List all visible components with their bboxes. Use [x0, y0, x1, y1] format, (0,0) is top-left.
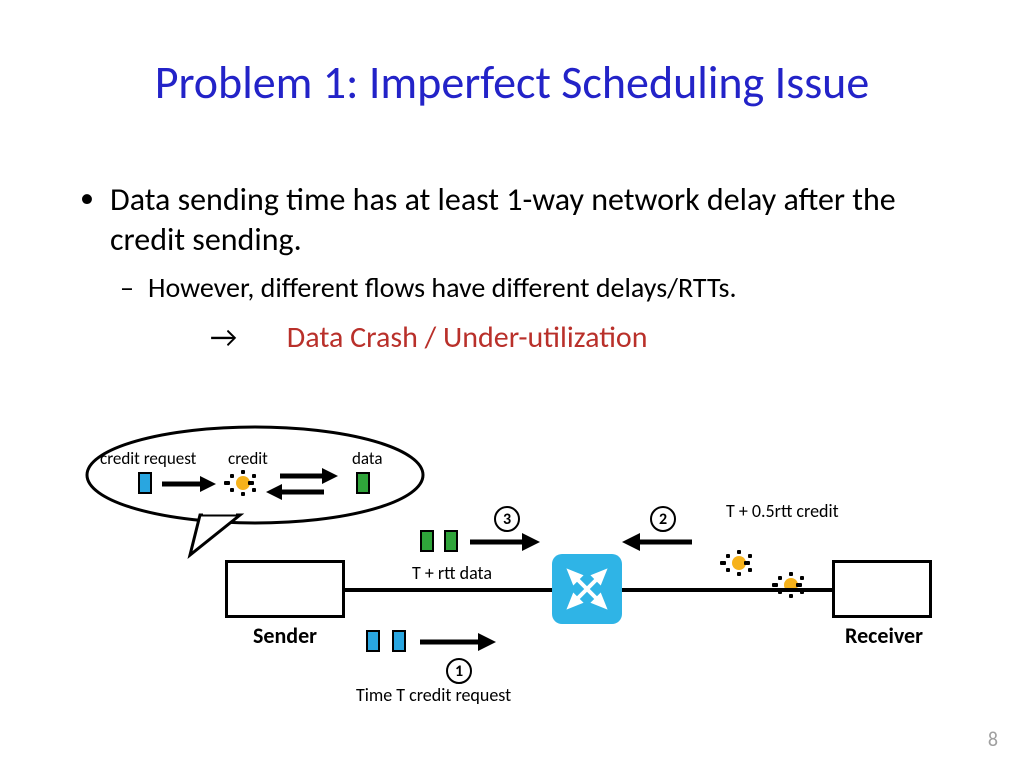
arrow-step-2	[620, 530, 694, 554]
legend-credit-label: credit	[228, 448, 268, 469]
legend-arrow-1	[160, 474, 216, 494]
sender-box	[225, 560, 345, 618]
arrow-step-3	[468, 530, 542, 554]
page-number: 8	[988, 728, 998, 752]
sub-marker: –	[120, 270, 148, 305]
legend-credit-icon	[232, 472, 254, 494]
legend-data-label: data	[352, 448, 383, 469]
link-left	[345, 588, 555, 592]
arrow-step-1	[418, 630, 498, 654]
legend-bubble	[80, 420, 440, 560]
consequence-text: Data Crash / Under-utilization	[287, 319, 648, 356]
sender-label: Sender	[215, 622, 355, 649]
consequence-line: → Data Crash / Under-utilization	[80, 319, 950, 357]
credit-token-1	[728, 552, 750, 574]
body-text: • Data sending time has at least 1-way n…	[80, 180, 950, 357]
sub-bullet-1: – However, different flows have differen…	[120, 270, 950, 305]
data-label: T + rtt data	[412, 562, 492, 584]
data-packet-2	[444, 530, 458, 552]
slide: Problem 1: Imperfect Scheduling Issue • …	[0, 0, 1024, 768]
switch-icon	[552, 554, 622, 624]
receiver-box	[832, 560, 932, 618]
credit-token-2	[780, 574, 802, 596]
legend-credit-request-label: credit request	[100, 448, 196, 469]
bullet-marker: •	[80, 180, 110, 260]
data-packet-1	[420, 530, 434, 552]
network-diagram: credit request credit data 3	[60, 430, 940, 740]
slide-title: Problem 1: Imperfect Scheduling Issue	[0, 55, 1024, 111]
bullet-1: • Data sending time has at least 1-way n…	[80, 180, 950, 260]
credit-request-packet-2	[392, 630, 406, 652]
legend-arrow-pair	[264, 466, 340, 502]
step-2-badge: 2	[650, 506, 676, 532]
receiver-label: Receiver	[814, 622, 954, 649]
arrow-glyph: →	[210, 319, 280, 357]
sub-bullet-1-text: However, different flows have different …	[148, 270, 737, 305]
legend-credit-request-icon	[138, 472, 152, 494]
credit-label: T + 0.5rtt credit	[726, 500, 839, 522]
step-3-badge: 3	[494, 506, 520, 532]
bullet-1-text: Data sending time has at least 1-way net…	[110, 180, 950, 260]
credit-request-packet-1	[366, 630, 380, 652]
link-right	[622, 588, 832, 592]
step-1-badge: 1	[446, 658, 472, 684]
credit-request-label: Time T credit request	[356, 684, 511, 706]
legend-data-icon	[356, 472, 370, 494]
